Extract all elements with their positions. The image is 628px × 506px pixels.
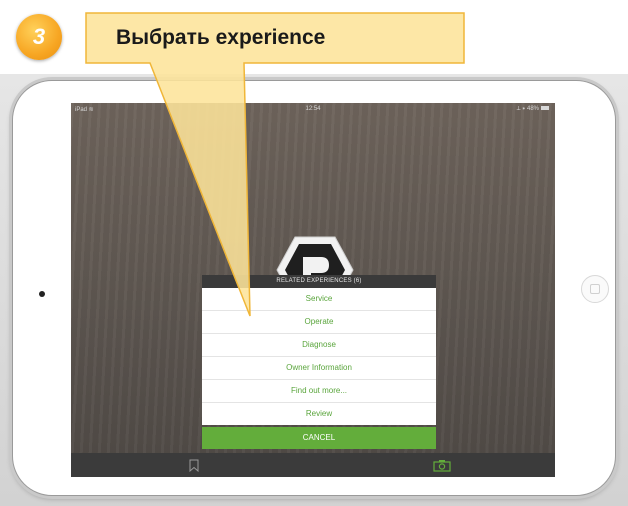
experience-item-find-out-more[interactable]: Find out more... [202, 380, 436, 403]
home-button[interactable] [581, 275, 609, 303]
status-battery: ⟂ ∗ 48% [517, 106, 549, 113]
bottom-toolbar [71, 453, 555, 477]
modal-header: RELATED EXPERIENCES (6) [202, 275, 436, 288]
battery-icon [541, 106, 549, 111]
experience-item-diagnose[interactable]: Diagnose [202, 334, 436, 357]
related-experiences-modal: RELATED EXPERIENCES (6) Service Operate … [202, 275, 436, 425]
step-number-badge: 3 [16, 14, 62, 60]
experience-item-operate[interactable]: Operate [202, 311, 436, 334]
front-camera [39, 291, 45, 297]
callout-title: Выбрать experience [116, 26, 326, 49]
camera-icon[interactable] [433, 459, 451, 472]
status-bar: iPad ≋ 12:54 ⟂ ∗ 48% [71, 103, 555, 115]
experience-list: Service Operate Diagnose Owner Informati… [202, 288, 436, 425]
battery-text: ⟂ ∗ 48% [516, 106, 539, 112]
app-screen: iPad ≋ 12:54 ⟂ ∗ 48% RELATED EXPERIENCES… [71, 103, 555, 477]
experience-item-owner-information[interactable]: Owner Information [202, 357, 436, 380]
bookmark-icon[interactable] [189, 459, 199, 472]
status-time: 12:54 [305, 106, 321, 112]
cancel-button[interactable]: CANCEL [202, 427, 436, 449]
experience-item-review[interactable]: Review [202, 403, 436, 425]
experience-item-service[interactable]: Service [202, 288, 436, 311]
